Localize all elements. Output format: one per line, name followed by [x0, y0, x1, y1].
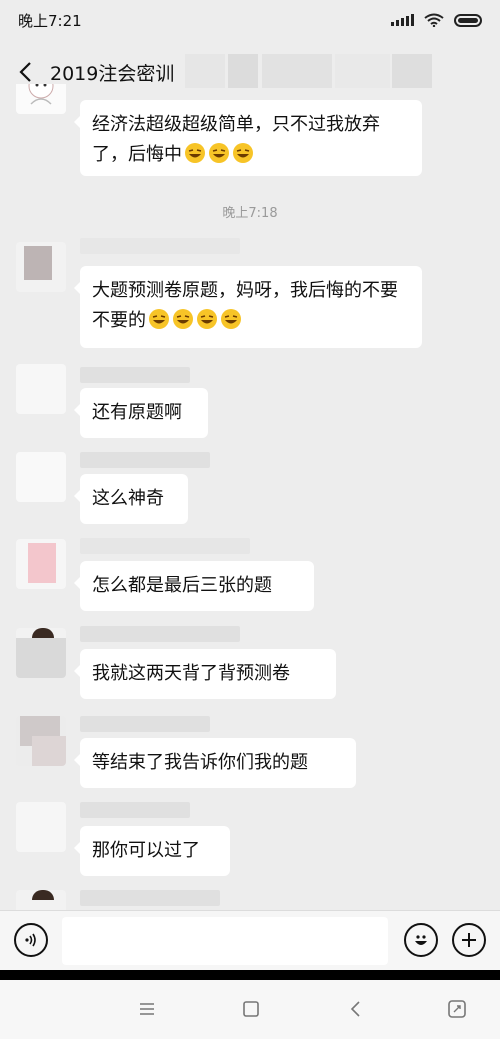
avatar[interactable]: [16, 364, 66, 414]
message-bubble[interactable]: 这么神奇: [74, 474, 188, 524]
message-bubble[interactable]: 那你可以过了: [74, 826, 230, 876]
tears-of-joy-emoji-icon: [172, 308, 194, 330]
message-bubble[interactable]: 经济法超级超级简单，只不过我放弃了，后悔中: [74, 100, 422, 176]
chat-timestamp: 晚上7:18: [222, 206, 278, 221]
avatar[interactable]: [16, 452, 66, 502]
message-text: 怎么都是最后三张的题: [92, 575, 272, 596]
blurred-title-area: [392, 54, 432, 88]
message-bubble[interactable]: 大题预测卷原题，妈呀，我后悔的不要不要的: [74, 266, 422, 348]
sender-name-blurred: [80, 238, 240, 254]
wifi-icon: [424, 13, 444, 27]
message-bubble[interactable]: 等结束了我告诉你们我的题: [74, 738, 356, 788]
menu-nav-button[interactable]: [136, 998, 158, 1020]
sender-name-blurred: [80, 452, 210, 468]
voice-icon: [25, 933, 36, 947]
message-bubble[interactable]: 还有原题啊: [74, 388, 208, 438]
battery-icon: [454, 13, 482, 27]
emoji-button[interactable]: [404, 923, 438, 957]
message-text: 我就这两天背了背预测卷: [92, 663, 290, 684]
nav-back-icon: [350, 1001, 360, 1017]
sender-name-blurred: [80, 367, 190, 383]
chevron-left-icon: [19, 62, 31, 82]
message-list[interactable]: 经济法超级超级简单，只不过我放弃了，后悔中 晚上7:18 大题预测卷原题，妈呀，…: [0, 84, 500, 910]
blurred-title-area: [185, 54, 225, 88]
avatar[interactable]: [16, 539, 66, 589]
sender-name-blurred: [80, 802, 190, 818]
expand-icon: [448, 1000, 466, 1018]
sender-name-blurred: [80, 626, 240, 642]
signal-icon: [391, 14, 414, 26]
message-text: 等结束了我告诉你们我的题: [92, 752, 308, 773]
blurred-title-area: [335, 54, 390, 88]
message-text: 这么神奇: [92, 488, 164, 509]
chat-title: 2019注会密训: [50, 62, 175, 85]
avatar[interactable]: [16, 716, 66, 766]
message-bubble[interactable]: 我就这两天背了背预测卷: [74, 649, 336, 699]
back-nav-button[interactable]: [344, 998, 366, 1020]
status-icons: [391, 13, 482, 27]
sender-name-blurred: [80, 538, 250, 554]
composer-bar: [0, 910, 500, 970]
sender-name-blurred: [80, 890, 220, 906]
tears-of-joy-emoji-icon: [232, 142, 254, 164]
avatar[interactable]: [16, 84, 66, 114]
status-time: 晚上7:21: [18, 11, 82, 30]
voice-button[interactable]: [14, 923, 48, 957]
tears-of-joy-emoji-icon: [148, 308, 170, 330]
blurred-title-area: [228, 54, 258, 88]
bottom-divider: [0, 970, 500, 980]
tears-of-joy-emoji-icon: [196, 308, 218, 330]
avatar[interactable]: [16, 890, 66, 910]
message-input[interactable]: [62, 917, 388, 965]
square-icon: [243, 1001, 259, 1017]
message-text: 那你可以过了: [92, 840, 200, 861]
sender-name-blurred: [80, 716, 210, 732]
menu-icon: [140, 1003, 154, 1015]
message-bubble[interactable]: 怎么都是最后三张的题: [74, 561, 314, 611]
avatar[interactable]: [16, 242, 66, 292]
tears-of-joy-emoji-icon: [184, 142, 206, 164]
expand-nav-button[interactable]: [446, 998, 468, 1020]
smiley-icon: [415, 935, 427, 945]
system-navigation-bar: [0, 980, 500, 1039]
home-nav-button[interactable]: [240, 998, 262, 1020]
plus-icon: [462, 933, 476, 947]
tears-of-joy-emoji-icon: [220, 308, 242, 330]
blurred-title-area: [262, 54, 332, 88]
back-button[interactable]: [14, 61, 36, 83]
avatar[interactable]: [16, 628, 66, 678]
cartoon-avatar-icon: [28, 84, 54, 105]
message-text: 还有原题啊: [92, 402, 182, 423]
add-button[interactable]: [452, 923, 486, 957]
message-text: 大题预测卷原题，妈呀，我后悔的不要不要的: [92, 280, 398, 331]
status-bar: 晚上7:21: [0, 0, 500, 40]
avatar[interactable]: [16, 802, 66, 852]
tears-of-joy-emoji-icon: [208, 142, 230, 164]
